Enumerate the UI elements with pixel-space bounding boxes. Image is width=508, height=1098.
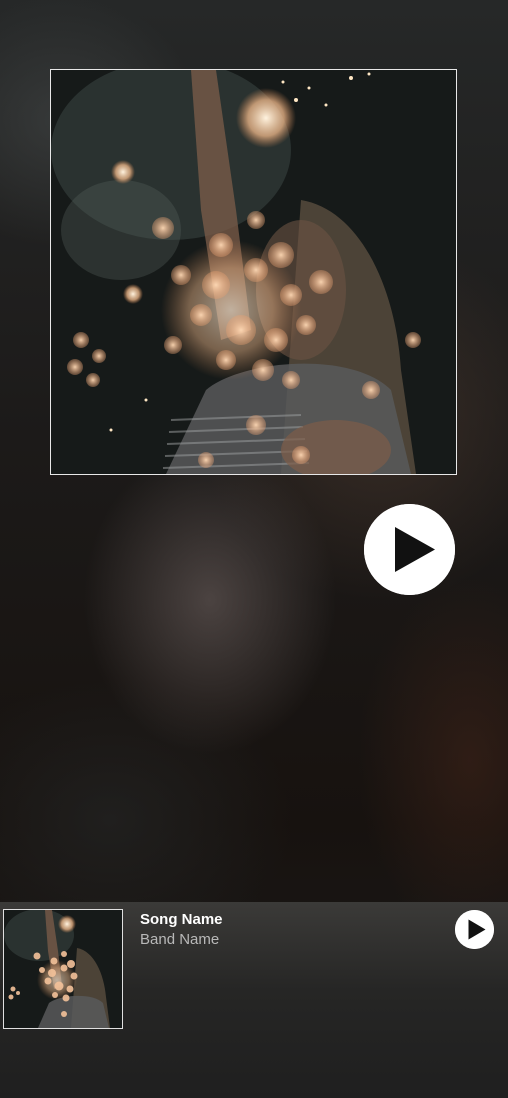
play-icon: [364, 504, 455, 595]
mini-player[interactable]: [0, 902, 508, 1098]
play-icon: [455, 910, 494, 949]
album-art: [50, 69, 457, 475]
play-button[interactable]: [364, 504, 455, 595]
mini-play-button[interactable]: [455, 910, 494, 949]
song-name: Song Name: [140, 911, 223, 928]
band-name: Band Name: [140, 931, 220, 948]
album-art-thumbnail: [4, 910, 122, 1028]
mini-player-thumbnail: [3, 909, 123, 1029]
album-art-image: [51, 70, 456, 474]
